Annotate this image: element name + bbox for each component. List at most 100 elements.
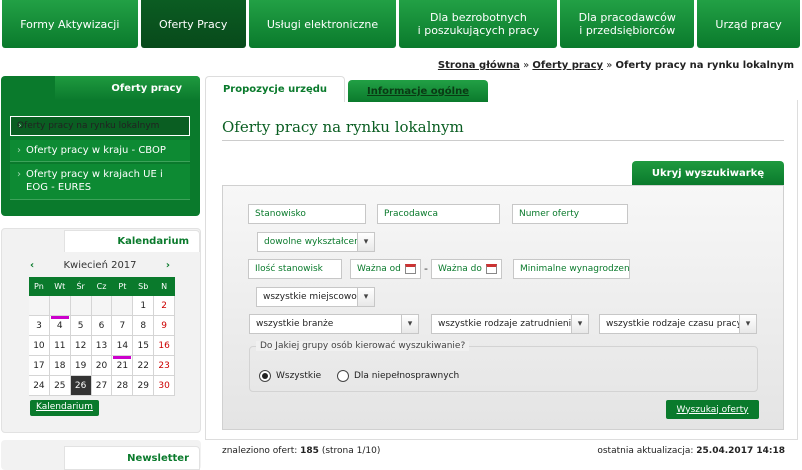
breadcrumb-offers-link[interactable]: Oferty pracy: [532, 60, 603, 71]
wazna-do-placeholder: Ważna do: [438, 264, 482, 274]
calendar-day[interactable]: 30: [154, 376, 176, 396]
calendar-weekday: Śr: [70, 277, 92, 296]
breadcrumb-current: Oferty pracy na rynku lokalnym: [615, 60, 794, 71]
calendar-weekday: N: [154, 277, 176, 296]
radio-wszystkie[interactable]: Wszystkie: [259, 370, 321, 382]
calendar-day[interactable]: 25: [49, 376, 71, 396]
calendar-day[interactable]: 8: [133, 316, 155, 336]
numer-oferty-placeholder: Numer oferty: [519, 209, 580, 219]
calendar-day[interactable]: 19: [70, 356, 92, 376]
calendar-day[interactable]: 5: [70, 316, 92, 336]
calendar-day[interactable]: 10: [29, 336, 50, 356]
czas-pracy-select[interactable]: wszystkie rodzaje czasu pracy ▾: [599, 314, 757, 334]
wynagrodzenie-placeholder: Minimalne wynagrodzenie: [520, 264, 630, 274]
nav-tab-urzad-pracy[interactable]: Urząd pracy: [697, 0, 801, 48]
wynagrodzenie-input[interactable]: Minimalne wynagrodzenie: [513, 259, 630, 279]
calendar-day-today[interactable]: 26: [70, 376, 92, 396]
chevron-left-icon[interactable]: ‹: [30, 260, 34, 271]
calendar-weekday: Pn: [29, 277, 50, 296]
calendar-day[interactable]: 23: [154, 356, 176, 376]
calendar-icon[interactable]: [486, 264, 497, 274]
radio-niepelnosprawni[interactable]: Dla niepełnosprawnych: [337, 370, 459, 382]
miejscowosci-select[interactable]: wszystkie miejscowości ▾: [256, 287, 375, 307]
calendar-day[interactable]: 1: [133, 296, 155, 316]
top-navigation: Formy Aktywizacji Oferty Pracy Usługi el…: [0, 0, 802, 48]
nav-tab-oferty-pracy[interactable]: Oferty Pracy: [140, 0, 246, 48]
calendar-day[interactable]: 28: [112, 376, 134, 396]
calendar-day[interactable]: 27: [91, 376, 113, 396]
wazna-od-input[interactable]: Ważna od: [350, 259, 421, 279]
calendar-day[interactable]: 13: [91, 336, 113, 356]
stanowisko-input[interactable]: Stanowisko: [248, 204, 366, 224]
ilosc-stanowisk-placeholder: Ilość stanowisk: [255, 264, 323, 274]
results-label: znaleziono ofert:: [222, 446, 298, 456]
last-update-value: 25.04.2017 14:18: [696, 446, 785, 456]
sidebar-item-local-offers[interactable]: Oferty pracy na rynku lokalnym: [10, 116, 190, 136]
wyksztalcenie-value: dowolne wykształcenie: [264, 237, 368, 247]
calendar-day-event[interactable]: 21: [112, 356, 134, 376]
breadcrumb-home-link[interactable]: Strona główna: [438, 60, 520, 71]
newsletter-title[interactable]: Newsletter: [64, 446, 200, 470]
hide-search-toggle[interactable]: Ukryj wyszukiwarkę: [632, 161, 784, 185]
calendar-icon[interactable]: [405, 264, 416, 274]
nav-tab-dla-bezrobotnych[interactable]: Dla bezrobotnych i poszukujących pracy: [399, 0, 558, 48]
calendar-day[interactable]: 3: [29, 316, 50, 336]
rodzaj-zatrudnienia-value: wszystkie rodzaje zatrudnienia: [438, 319, 577, 329]
page-title: Oferty pracy na rynku lokalnym: [222, 118, 464, 136]
calendar-day[interactable]: 16: [154, 336, 176, 356]
wazna-od-placeholder: Ważna od: [357, 264, 401, 274]
calendar-weekday: Pt: [112, 277, 134, 296]
calendar-day[interactable]: 20: [91, 356, 113, 376]
calendar-day[interactable]: 29: [133, 376, 155, 396]
sidebar-item-cbop[interactable]: Oferty pracy w kraju - CBOP: [10, 140, 190, 162]
calendar-button[interactable]: Kalendarium: [30, 400, 99, 416]
calendar-day[interactable]: 22: [133, 356, 155, 376]
radio-niepelnosprawni-label: Dla niepełnosprawnych: [354, 371, 460, 381]
calendar-month-nav: ‹ Kwiecień 2017 ›: [30, 258, 170, 272]
pracodawca-input[interactable]: Pracodawca: [377, 204, 500, 224]
breadcrumb-separator: »: [606, 60, 613, 71]
calendar-day[interactable]: 7: [112, 316, 134, 336]
search-button[interactable]: Wyszukaj oferty: [666, 400, 759, 419]
calendar-week: 17 18 19 20 21 22 23: [29, 356, 176, 376]
numer-oferty-input[interactable]: Numer oferty: [512, 204, 628, 224]
wazna-do-input[interactable]: Ważna do: [431, 259, 502, 279]
calendar-day[interactable]: 2: [154, 296, 176, 316]
calendar-week: 1 2: [29, 296, 176, 316]
calendar-day[interactable]: 15: [133, 336, 155, 356]
calendar-day[interactable]: 12: [70, 336, 92, 356]
chevron-right-icon[interactable]: ›: [166, 260, 170, 271]
calendar-day[interactable]: 11: [49, 336, 71, 356]
last-update: ostatnia aktualizacja: 25.04.2017 14:18: [597, 446, 785, 456]
calendar-day[interactable]: 6: [91, 316, 113, 336]
miejscowosci-value: wszystkie miejscowości: [263, 292, 369, 302]
calendar-day[interactable]: 14: [112, 336, 134, 356]
wyksztalcenie-select[interactable]: dowolne wykształcenie ▾: [257, 232, 375, 252]
branze-value: wszystkie branże: [256, 319, 334, 329]
nav-tab-dla-pracodawcow[interactable]: Dla pracodawców i przedsiębiorców: [560, 0, 695, 48]
branze-select[interactable]: wszystkie branże ▾: [249, 314, 419, 334]
calendar-day[interactable]: 17: [29, 356, 50, 376]
calendar-day[interactable]: 18: [49, 356, 71, 376]
stanowisko-placeholder: Stanowisko: [255, 209, 306, 219]
tab-informacje-ogolne[interactable]: Informacje ogólne: [348, 80, 488, 102]
results-number: 185: [300, 446, 319, 456]
calendar-title: Kalendarium: [64, 230, 200, 252]
ilosc-stanowisk-input[interactable]: Ilość stanowisk: [248, 259, 342, 279]
tab-propozycje-urzedu[interactable]: Propozycje urzędu: [205, 76, 345, 102]
radio-checked-icon: [259, 370, 271, 382]
nav-tab-uslugi-elektroniczne[interactable]: Usługi elektroniczne: [248, 0, 397, 48]
calendar-day[interactable]: 24: [29, 376, 50, 396]
calendar-weekday: Wt: [49, 277, 71, 296]
calendar-day-event[interactable]: 4: [49, 316, 71, 336]
nav-tab-formy-aktywizacji[interactable]: Formy Aktywizacji: [2, 0, 138, 48]
calendar-day[interactable]: 9: [154, 316, 176, 336]
breadcrumb: Strona główna » Oferty pracy » Oferty pr…: [438, 60, 794, 71]
radio-unchecked-icon: [337, 370, 349, 382]
sidebar-title: Oferty pracy: [55, 76, 200, 100]
rodzaj-zatrudnienia-select[interactable]: wszystkie rodzaje zatrudnienia ▾: [431, 314, 589, 334]
results-count: znaleziono ofert: 185 (strona 1/10): [222, 446, 380, 456]
breadcrumb-separator: »: [523, 60, 530, 71]
calendar-week: 3 4 5 6 7 8 9: [29, 316, 176, 336]
sidebar-item-eures[interactable]: Oferty pracy w krajach UE i EOG - EURES: [10, 164, 190, 200]
